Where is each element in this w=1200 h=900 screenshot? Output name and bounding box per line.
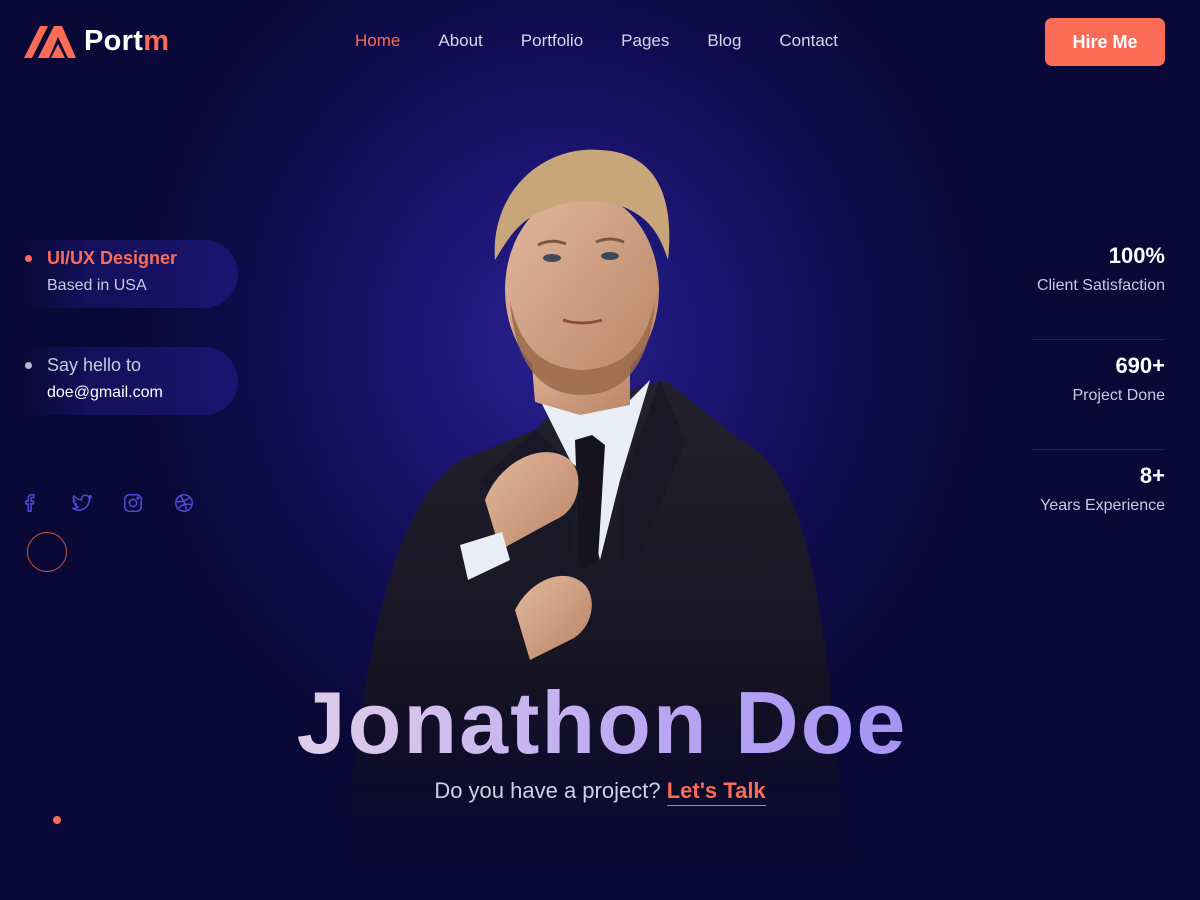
nav-item-blog[interactable]: Blog — [707, 30, 741, 52]
stat-projects: 690+ Project Done — [1032, 340, 1165, 450]
contact-card: Say hello to doe@gmail.com — [22, 347, 238, 415]
nav-item-pages[interactable]: Pages — [621, 30, 669, 52]
nav-item-portfolio[interactable]: Portfolio — [521, 30, 583, 52]
stat-value: 100% — [1108, 243, 1165, 268]
role-card: UI/UX Designer Based in USA — [22, 240, 238, 308]
logo[interactable]: Portm — [24, 24, 169, 58]
social-links — [18, 490, 197, 516]
hello-label: Say hello to — [47, 355, 142, 375]
bullet-dot — [25, 255, 32, 262]
stat-experience: 8+ Years Experience — [1032, 450, 1165, 560]
stat-label: Project Done — [1072, 387, 1166, 404]
hero-name: Jonathon Doe — [0, 672, 1200, 774]
nav-item-about[interactable]: About — [438, 30, 482, 52]
facebook-icon[interactable] — [18, 490, 44, 516]
stats-panel: 100% Client Satisfaction 690+ Project Do… — [1032, 230, 1165, 560]
twitter-icon[interactable] — [69, 490, 95, 516]
dribbble-icon[interactable] — [171, 490, 197, 516]
logo-mark-icon — [24, 26, 76, 58]
site-header: Portm Home About Portfolio Pages Blog Co… — [0, 0, 1200, 84]
lets-talk-link[interactable]: Let's Talk — [666, 778, 766, 806]
stat-label: Years Experience — [1040, 497, 1165, 514]
stat-value: 690+ — [1115, 353, 1165, 378]
nav-item-contact[interactable]: Contact — [779, 30, 838, 52]
email-link[interactable]: doe@gmail.com — [47, 384, 163, 402]
decorative-ring — [27, 532, 67, 572]
role-title: UI/UX Designer — [47, 248, 178, 268]
hire-me-button[interactable]: Hire Me — [1045, 18, 1165, 66]
bullet-dot — [25, 362, 32, 369]
stat-label: Client Satisfaction — [1036, 277, 1165, 294]
hero-tagline: Do you have a project? Let's Talk — [0, 778, 1200, 806]
nav-item-home[interactable]: Home — [355, 30, 400, 52]
tagline-question: Do you have a project? — [434, 778, 661, 803]
main-nav: Home About Portfolio Pages Blog Contact — [355, 30, 876, 52]
stat-client-satisfaction: 100% Client Satisfaction — [1032, 230, 1165, 340]
stat-value: 8+ — [1139, 463, 1165, 488]
role-location: Based in USA — [47, 277, 147, 294]
instagram-icon[interactable] — [120, 490, 146, 516]
decorative-dot — [53, 816, 61, 824]
logo-text: Portm — [84, 24, 170, 57]
